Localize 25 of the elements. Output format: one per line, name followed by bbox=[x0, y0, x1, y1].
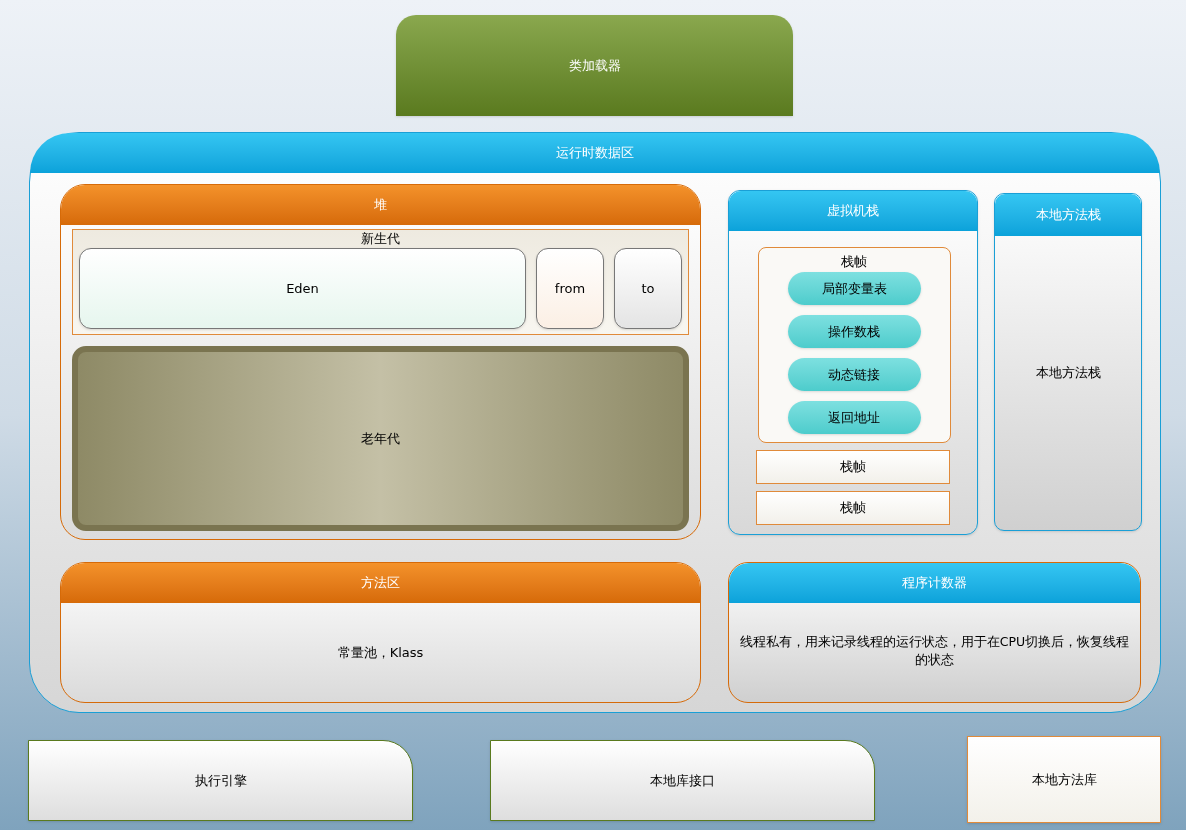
memory-space: Eden bbox=[79, 248, 526, 329]
component-box: 执行引擎 bbox=[28, 740, 413, 821]
panel-body-text: 本地方法栈 bbox=[1035, 364, 1101, 383]
panel-header: 程序计数器 bbox=[729, 563, 1140, 603]
panel-header: 本地方法栈 bbox=[995, 194, 1141, 236]
panel-body-text: 线程私有，用来记录线程的运行状态，用于在CPU切换后，恢复线程的状态 bbox=[738, 632, 1131, 669]
component-box: 本地方法库 bbox=[967, 736, 1161, 823]
panel-header: 虚拟机栈 bbox=[729, 191, 977, 231]
panel-header: 运行时数据区 bbox=[30, 133, 1160, 173]
frame-part: 返回地址 bbox=[787, 401, 921, 434]
frame-part: 动态链接 bbox=[787, 358, 921, 391]
panel-header: 方法区 bbox=[61, 563, 700, 603]
stack-frame: 栈帧 bbox=[756, 491, 950, 525]
panel-header: 堆 bbox=[61, 185, 700, 225]
frame-part: 操作数栈 bbox=[787, 315, 921, 348]
stack-frame-title: 栈帧 bbox=[841, 256, 867, 268]
panel-body-text: 常量池，Klass bbox=[337, 643, 424, 662]
frame-part: 局部变量表 bbox=[787, 272, 921, 305]
class-loader: 类加载器 bbox=[396, 15, 793, 116]
component-box: 本地库接口 bbox=[490, 740, 875, 821]
memory-space: to bbox=[614, 248, 682, 329]
young-generation-title: 新生代 bbox=[361, 230, 400, 247]
stack-frame: 栈帧 bbox=[756, 450, 950, 484]
memory-space: from bbox=[536, 248, 604, 329]
old-generation: 老年代 bbox=[72, 346, 689, 531]
